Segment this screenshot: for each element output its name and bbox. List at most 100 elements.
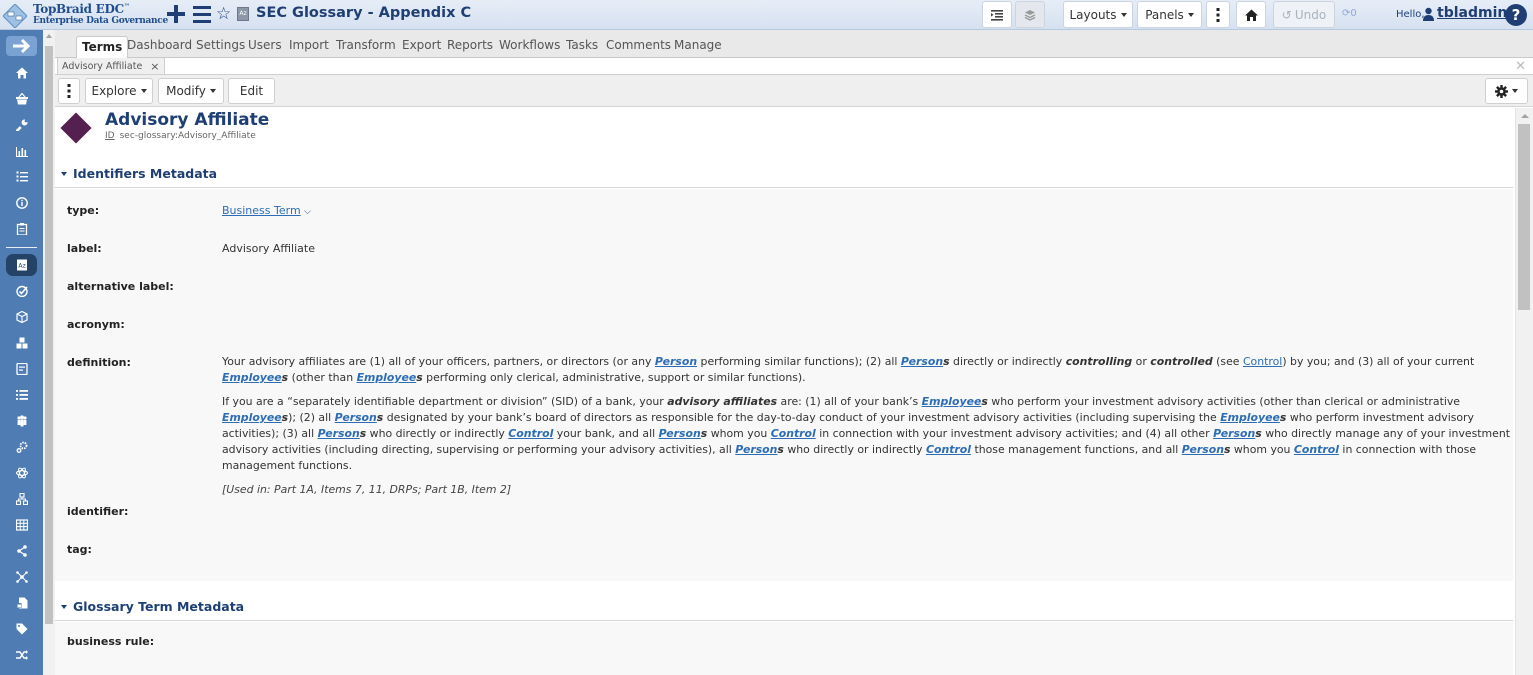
scroll-up-arrow[interactable] — [1521, 114, 1529, 118]
list-icon — [15, 390, 28, 400]
help-icon[interactable]: ? — [1505, 4, 1527, 26]
text-segment: (see — [1212, 355, 1243, 368]
term-link[interactable]: Person — [335, 411, 377, 424]
identifiers-metadata-header[interactable]: Identifiers Metadata — [55, 162, 1513, 188]
tab-comments[interactable]: Comments — [606, 38, 671, 52]
term-link[interactable]: Control — [1294, 443, 1339, 456]
app-logo[interactable]: TopBraid EDC™ Enterprise Data Governance — [3, 1, 168, 29]
scroll-up-arrow[interactable] — [46, 34, 52, 38]
main-tabs: Terms Dashboard Settings Users Import Transfo… — [55, 30, 1533, 58]
favorite-star-icon[interactable]: ☆ — [216, 3, 231, 25]
sidebar-item-tags[interactable] — [0, 618, 43, 640]
close-panel-icon[interactable]: ✕ — [1515, 59, 1526, 74]
edit-button[interactable]: Edit — [228, 78, 275, 104]
shuffle-icon — [15, 650, 28, 660]
sidebar-item-info[interactable] — [0, 192, 43, 214]
term-link[interactable]: Employee — [1220, 411, 1280, 424]
term-link[interactable]: Person — [735, 443, 777, 456]
tab-dashboard[interactable]: Dashboard — [127, 38, 192, 52]
term-link[interactable]: Control — [926, 443, 971, 456]
term-link[interactable]: Employee — [357, 371, 417, 384]
tab-transform[interactable]: Transform — [336, 38, 396, 52]
undo-button[interactable]: ↺ Undo — [1273, 1, 1335, 28]
glossary-term-metadata-body: business rule: — [55, 622, 1513, 675]
logo-title: TopBraid EDC — [33, 2, 124, 16]
sidebar-item-cubes[interactable] — [0, 332, 43, 354]
asset-title: SEC Glossary - Appendix C — [256, 5, 472, 21]
term-link[interactable]: Person — [901, 355, 943, 368]
plus-icon[interactable] — [166, 3, 186, 25]
outline-toggle-button[interactable] — [982, 1, 1012, 28]
term-link[interactable]: Person — [655, 355, 697, 368]
type-link[interactable]: Business Term — [222, 204, 301, 217]
sidebar-item-share[interactable] — [0, 540, 43, 562]
glossary-term-metadata-header[interactable]: Glossary Term Metadata — [55, 595, 1513, 621]
panel-tab-advisory-affiliate[interactable]: Advisory Affiliate × — [57, 58, 165, 75]
term-link[interactable]: Control — [1243, 355, 1282, 368]
tab-export[interactable]: Export — [402, 38, 441, 52]
sync-indicator[interactable]: ⟳0 — [1342, 8, 1357, 19]
sidebar-item-users[interactable] — [0, 410, 43, 432]
sidebar-item-gears[interactable] — [0, 436, 43, 458]
content-scrollbar[interactable] — [1515, 108, 1533, 675]
expand-sidebar-button[interactable] — [6, 36, 37, 56]
modify-dropdown[interactable]: Modify — [158, 78, 224, 104]
sidebar-item-document[interactable] — [0, 358, 43, 380]
tab-import[interactable]: Import — [289, 38, 329, 52]
sidebar-item-glossary[interactable]: Az — [0, 254, 43, 276]
sidebar-item-checklist[interactable] — [0, 166, 43, 188]
panels-dropdown[interactable]: Panels — [1137, 1, 1202, 28]
sidebar-item-table[interactable] — [0, 514, 43, 536]
explore-dropdown[interactable]: Explore — [85, 78, 153, 104]
sidebar-item-shuffle[interactable] — [0, 644, 43, 666]
tab-reports[interactable]: Reports — [447, 38, 493, 52]
sidebar-item-sitemap[interactable] — [0, 488, 43, 510]
sidebar-item-basket[interactable] — [0, 88, 43, 110]
settings-dropdown[interactable] — [1485, 78, 1528, 104]
home-button[interactable] — [1236, 1, 1266, 28]
sidebar-item-check-circle[interactable] — [0, 280, 43, 302]
hamburger-menu-icon[interactable] — [192, 3, 212, 25]
term-link[interactable]: Control — [508, 427, 553, 440]
resource-title: Advisory Affiliate — [105, 110, 270, 130]
tab-terms[interactable]: Terms — [76, 36, 129, 58]
resource-menu-button[interactable] — [58, 78, 80, 104]
sidebar-item-clipboard[interactable] — [0, 218, 43, 240]
layers-button[interactable] — [1015, 1, 1045, 28]
term-link[interactable]: Employee — [222, 371, 282, 384]
sidebar-item-network[interactable] — [0, 566, 43, 588]
more-options-button[interactable] — [1206, 1, 1230, 28]
sidebar-item-chart[interactable] — [0, 140, 43, 162]
term-link[interactable]: Person — [1182, 443, 1224, 456]
sidebar-item-file-lock[interactable] — [0, 592, 43, 614]
tab-workflows[interactable]: Workflows — [499, 38, 560, 52]
sidebar-item-wrench[interactable] — [0, 114, 43, 136]
scrollbar-thumb[interactable] — [1518, 124, 1530, 310]
tab-settings[interactable]: Settings — [196, 38, 245, 52]
layouts-dropdown[interactable]: Layouts — [1063, 1, 1133, 28]
panel-tab-strip: Advisory Affiliate × ✕ — [55, 58, 1533, 75]
sidebar-item-home[interactable] — [0, 62, 43, 84]
term-link[interactable]: Employee — [922, 395, 982, 408]
scrollbar-thumb[interactable] — [45, 46, 53, 624]
text-segment: (other than — [288, 371, 357, 384]
chevron-down-icon[interactable]: ⌵ — [304, 207, 311, 217]
term-link[interactable]: Person — [1213, 427, 1255, 440]
tab-users[interactable]: Users — [248, 38, 282, 52]
term-link[interactable]: Control — [771, 427, 816, 440]
text-segment: ); (2) all — [288, 411, 335, 424]
tab-tasks[interactable]: Tasks — [566, 38, 598, 52]
atom-icon — [15, 467, 28, 479]
sidebar-item-atom[interactable] — [0, 462, 43, 484]
close-tab-icon[interactable]: × — [150, 60, 159, 73]
sidebar-item-cube[interactable] — [0, 306, 43, 328]
username-link[interactable]: tbladmin — [1437, 5, 1507, 21]
tab-manage[interactable]: Manage — [674, 38, 722, 52]
file-lock-icon — [16, 597, 27, 609]
outer-scrollbar[interactable] — [43, 30, 55, 675]
term-link[interactable]: Employee — [222, 411, 282, 424]
term-link[interactable]: Person — [318, 427, 360, 440]
sidebar-item-list[interactable] — [0, 384, 43, 406]
layers-icon — [1024, 9, 1036, 21]
term-link[interactable]: Person — [659, 427, 701, 440]
